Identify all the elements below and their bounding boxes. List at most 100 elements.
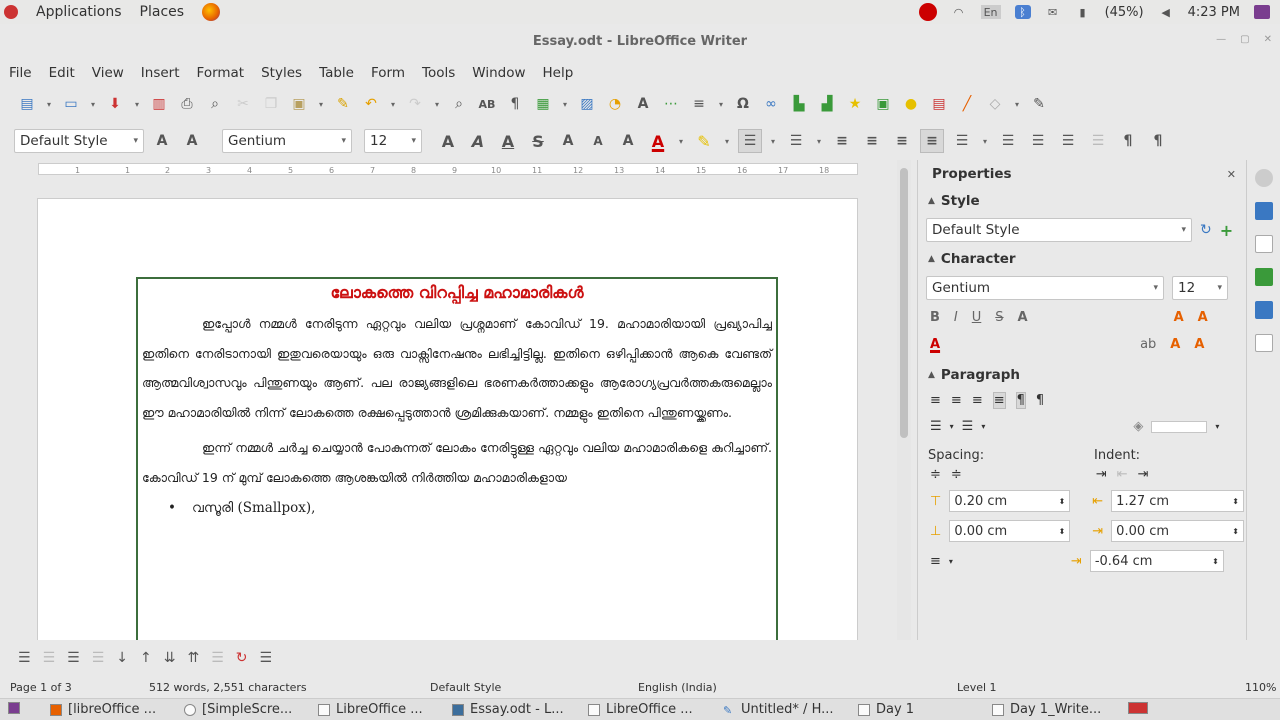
before-indent-input[interactable]: 1.27 cm ⬍ [1111,490,1244,512]
firefox-icon[interactable] [202,3,221,21]
right-to-left-icon[interactable]: ¶ [1146,129,1170,153]
subscript-icon[interactable]: A [586,129,610,153]
spinner-icon[interactable]: ⬍ [1059,527,1066,536]
gallery-deck-icon[interactable] [1255,301,1273,319]
keyboard-layout-indicator[interactable]: En [980,5,1001,19]
move-up-icon[interactable]: ↑ [140,650,152,666]
sidebar-settings-gear-icon[interactable] [1255,169,1273,187]
clone-formatting-icon[interactable]: ✎ [332,93,354,115]
spinner-icon[interactable]: ⬍ [1059,497,1066,506]
align-left-icon[interactable]: ≡ [930,393,941,408]
decrease-paragraph-spacing-icon[interactable]: ☰ [1026,129,1050,153]
insert-field-icon[interactable]: ≡ [688,93,710,115]
shrink-font-icon[interactable]: A [1198,310,1208,325]
justify-icon[interactable]: ≡ [992,392,1006,409]
chevron-down-icon[interactable]: ▾ [722,130,732,152]
superscript-icon[interactable]: A [556,129,580,153]
align-right-icon[interactable]: ≡ [890,129,914,153]
language-indicator[interactable]: English (India) [638,681,717,694]
chevron-down-icon[interactable]: ▾ [981,422,985,431]
document-paragraph[interactable]: ഇന്ന് നമ്മൾ ചർച്ച ചെയ്യാൻ പോകുന്നത് ലോകം… [142,433,772,492]
track-changes-icon[interactable]: ▤ [928,93,950,115]
refresh-style-icon[interactable]: ↻ [1200,222,1212,238]
decrease-indent-icon[interactable]: ☰ [1086,129,1110,153]
maximize-icon[interactable]: ▢ [1240,34,1249,45]
menu-view[interactable]: View [91,65,125,81]
bluetooth-icon[interactable]: ᛒ [1014,5,1031,19]
line-icon[interactable]: ╱ [956,93,978,115]
bookmark-icon[interactable]: ★ [844,93,866,115]
minimize-icon[interactable]: — [1216,34,1226,45]
footnote-icon[interactable]: ▙ [788,93,810,115]
applications-menu[interactable]: Applications [36,4,122,20]
paragraph-section-header[interactable]: ▲ Paragraph [918,362,1244,388]
chevron-down-icon[interactable]: ▾ [980,130,990,152]
new-style-plus-icon[interactable]: + [1220,221,1233,240]
above-spacing-input[interactable]: 0.20 cm ⬍ [949,490,1071,512]
open-folder-icon[interactable]: ▭ [60,93,82,115]
style-section-header[interactable]: ▲ Style [918,188,1244,214]
demote-sublevels-icon[interactable]: ☰ [67,650,80,666]
right-to-left-icon[interactable]: ¶ [1036,393,1044,408]
after-indent-input[interactable]: 0.00 cm ⬍ [1111,520,1244,542]
basic-shapes-icon[interactable]: ◇ [984,93,1006,115]
document-page[interactable]: ലോകത്തെ വിറപ്പിച്ച മഹാമാരികൾ ഇപ്പോൾ നമ്മ… [37,198,858,640]
move-item-up-subpoints-icon[interactable]: ⇈ [187,650,199,666]
new-document-icon[interactable]: ▤ [16,93,38,115]
taskbar-item[interactable]: Day 1 [858,702,914,717]
taskbar-item[interactable]: [SimpleScre... [184,702,292,717]
font-color-icon[interactable]: A [646,129,670,153]
places-menu[interactable]: Places [140,4,185,20]
move-item-down-subpoints-icon[interactable]: ⇊ [164,650,176,666]
promote-sublevels-icon[interactable]: ☰ [92,650,105,666]
first-line-indent-input[interactable]: -0.64 cm ⬍ [1089,550,1224,572]
volume-icon[interactable]: ◀ [1158,5,1174,19]
unordered-list-icon[interactable]: ☰ [930,419,942,434]
document-paragraph[interactable]: ഇപ്പോൾ നമ്മൾ നേരിടുന്ന ഏറ്റവും വലിയ പ്രശ… [142,309,772,427]
chevron-down-icon[interactable]: ▾ [432,93,442,115]
demote-outline-icon[interactable]: ☰ [18,650,31,666]
page-indicator[interactable]: Page 1 of 3 [10,681,72,694]
horizontal-ruler[interactable]: 1 1 2 3 4 5 6 7 8 9 10 11 12 13 14 15 16… [0,160,895,178]
chevron-down-icon[interactable]: ▾ [88,93,98,115]
font-name-select[interactable]: Gentium ▾ [222,129,352,153]
print-preview-icon[interactable]: ⌕ [204,93,226,115]
styles-deck-icon[interactable] [1255,268,1273,286]
underline-icon[interactable]: U [972,310,982,325]
bullet-list-item[interactable]: വസൂരി (Smallpox), [168,492,772,524]
menu-form[interactable]: Form [370,65,406,81]
taskbar-item[interactable]: LibreOffice ... [588,702,693,717]
hanging-indent-icon[interactable]: ⇥ [1138,467,1149,482]
insert-table-icon[interactable]: ▦ [532,93,554,115]
insert-page-break-icon[interactable]: ⋯ [660,93,682,115]
clear-formatting-icon[interactable]: A [616,129,640,153]
increase-indent-icon[interactable]: ⇥ [1096,467,1107,482]
paragraph-background-icon[interactable]: ◈ [1133,419,1143,434]
increase-spacing-icon[interactable]: ≑ [930,467,941,482]
taskbar-item[interactable]: Day 1_Write... [992,702,1101,717]
bold-icon[interactable]: B [930,310,940,325]
word-count[interactable]: 512 words, 2,551 characters [149,681,307,694]
cut-icon[interactable]: ✂ [232,93,254,115]
comment-icon[interactable]: ● [900,93,922,115]
paragraph-style-select[interactable]: Default Style ▾ [14,129,144,153]
hyperlink-icon[interactable]: ∞ [760,93,782,115]
trash-button[interactable] [1128,702,1148,714]
sidebar-style-select[interactable]: Default Style ▾ [926,218,1192,242]
left-to-right-icon[interactable]: ¶ [1116,129,1140,153]
clock[interactable]: 4:23 PM [1188,5,1240,20]
unordered-list-icon[interactable]: ☰ [738,129,762,153]
font-size-select[interactable]: 12 ▾ [364,129,422,153]
chevron-down-icon[interactable]: ▾ [716,93,726,115]
justify-icon[interactable]: ≡ [920,129,944,153]
taskbar-item[interactable]: [libreOffice ... [50,702,156,717]
chevron-down-icon[interactable]: ▾ [768,130,778,152]
chevron-down-icon[interactable]: ▾ [814,130,824,152]
chevron-down-icon[interactable]: ▾ [1215,422,1219,431]
chevron-down-icon[interactable]: ▾ [132,93,142,115]
update-style-icon[interactable]: A [150,129,174,153]
spinner-icon[interactable]: ⬍ [1232,497,1239,506]
bullets-and-numbering-icon[interactable]: ☰ [259,650,272,666]
align-left-icon[interactable]: ≡ [830,129,854,153]
copy-icon[interactable]: ❐ [260,93,282,115]
